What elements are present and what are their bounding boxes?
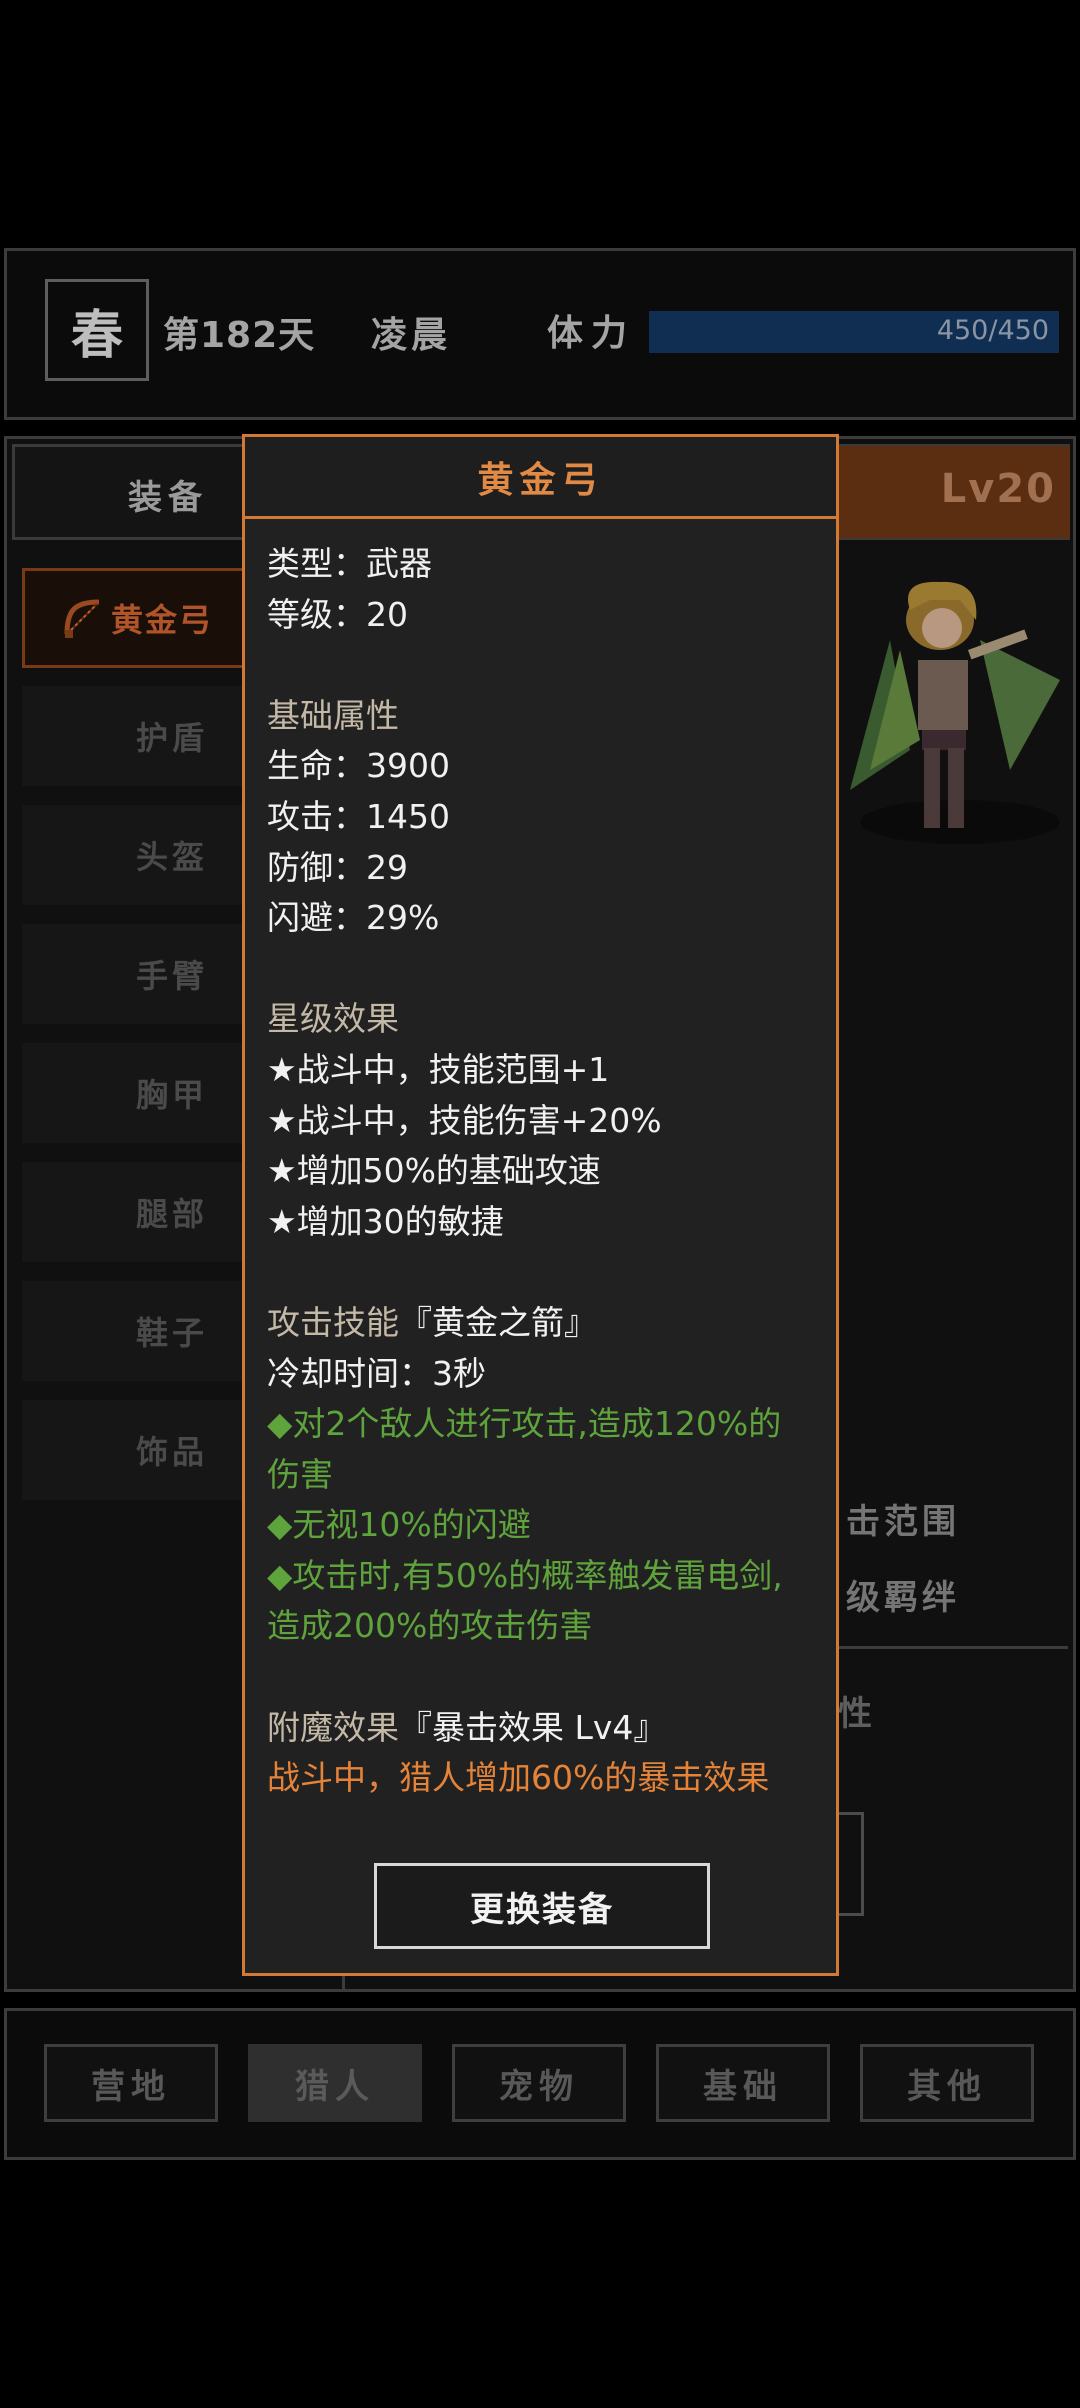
stat-defense: 防御：29 xyxy=(267,847,408,887)
equipment-slot-shield[interactable]: 护盾 xyxy=(22,686,272,786)
star-effect: ★增加30的敏捷 xyxy=(267,1201,504,1241)
enchant-header: 附魔效果『暴击效果 Lv4』 xyxy=(267,1703,827,1754)
equipment-slot-weapon[interactable]: 黄金弓 xyxy=(22,568,272,668)
equipment-slot-arms[interactable]: 手臂 xyxy=(22,924,272,1024)
background-button xyxy=(838,1812,864,1916)
enchant-description: 战斗中，猎人增加60%的暴击效果 xyxy=(267,1758,770,1798)
time-of-day: 凌晨 xyxy=(371,315,452,356)
item-level: 等级：20 xyxy=(267,594,408,634)
star-effect: ★战斗中，技能伤害+20% xyxy=(267,1100,662,1140)
enchant-prefix: 附魔效果 xyxy=(267,1707,399,1747)
equipment-slot-label: 黄金弓 xyxy=(111,601,214,639)
tab-equipment[interactable]: 装备 xyxy=(128,470,208,519)
season-badge: 春 xyxy=(45,279,149,381)
nav-camp[interactable]: 营地 xyxy=(44,2044,218,2122)
equipment-slot-legs[interactable]: 腿部 xyxy=(22,1162,272,1262)
stamina-value: 450/450 xyxy=(936,315,1049,346)
equipment-slot-accessory[interactable]: 饰品 xyxy=(22,1400,272,1500)
stat-attack: 攻击：1450 xyxy=(267,796,450,836)
equipment-slot-chest[interactable]: 胸甲 xyxy=(22,1043,272,1143)
item-detail-popup: 黄金弓 类型：武器 等级：20 基础属性 生命：3900 攻击：1450 防御：… xyxy=(242,434,839,1976)
skill-effect: 造成200%的攻击伤害 xyxy=(267,1606,593,1646)
stamina-label: 体力 xyxy=(547,313,636,354)
item-details: 类型：武器 等级：20 基础属性 生命：3900 攻击：1450 防御：29 闪… xyxy=(267,539,827,1804)
skill-name: 『黄金之箭』 xyxy=(399,1302,597,1342)
equipment-slot-helmet[interactable]: 头盔 xyxy=(22,805,272,905)
bond-label: 级羁绊 xyxy=(846,1578,960,1618)
enchant-name: 『暴击效果 Lv4』 xyxy=(399,1707,667,1747)
skill-effect: ◆无视10%的闪避 xyxy=(267,1505,531,1545)
stamina-bar: 450/450 xyxy=(649,311,1059,353)
popup-header: 黄金弓 xyxy=(245,437,836,519)
bow-icon xyxy=(64,599,100,638)
attribute-label: 性 xyxy=(838,1694,876,1734)
star-effect-header: 星级效果 xyxy=(267,999,399,1039)
nav-hunter[interactable]: 猎人 xyxy=(248,2044,422,2122)
item-type: 类型：武器 xyxy=(267,544,432,583)
star-effect: ★增加50%的基础攻速 xyxy=(267,1151,601,1191)
level-label: Lv20 xyxy=(940,466,1056,512)
nav-basic[interactable]: 基础 xyxy=(656,2044,830,2122)
level-tab[interactable]: Lv20 xyxy=(830,446,1070,538)
nav-other[interactable]: 其他 xyxy=(860,2044,1034,2122)
skill-range-label: 击范围 xyxy=(846,1502,960,1542)
skill-effect: 伤害 xyxy=(267,1454,333,1494)
change-equipment-button[interactable]: 更换装备 xyxy=(374,1863,710,1949)
stat-dodge: 闪避：29% xyxy=(267,898,440,938)
status-bar: 春 第182天 凌晨 体力 450/450 xyxy=(4,248,1076,420)
base-attr-header: 基础属性 xyxy=(267,695,399,735)
popup-title: 黄金弓 xyxy=(477,459,604,501)
day-counter: 第182天 xyxy=(163,315,316,356)
equipment-slot-shoes[interactable]: 鞋子 xyxy=(22,1281,272,1381)
skill-effect: ◆对2个敌人进行攻击,造成120%的 xyxy=(267,1404,782,1444)
star-effect: ★战斗中，技能范围+1 xyxy=(267,1049,610,1089)
stat-hp: 生命：3900 xyxy=(267,746,450,786)
skill-cooldown: 冷却时间：3秒 xyxy=(267,1353,486,1393)
skill-prefix: 攻击技能 xyxy=(267,1302,399,1342)
hunter-character-sprite xyxy=(850,581,1060,828)
skill-effect: ◆攻击时,有50%的概率触发雷电剑, xyxy=(267,1555,783,1595)
skill-header: 攻击技能『黄金之箭』 xyxy=(267,1298,827,1349)
nav-pet[interactable]: 宠物 xyxy=(452,2044,626,2122)
